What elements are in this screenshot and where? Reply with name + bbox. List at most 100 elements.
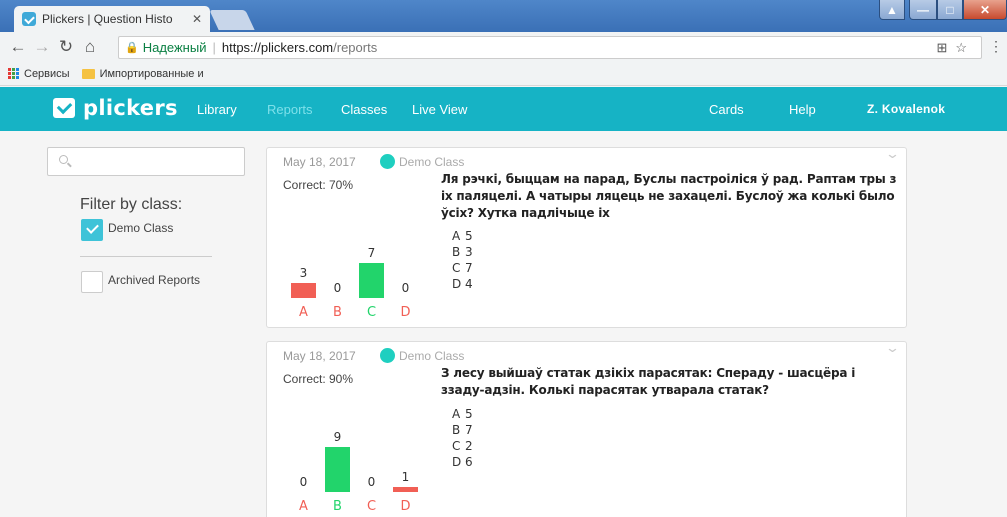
nav-live-view[interactable]: Live View: [412, 102, 467, 117]
choice-letter: D: [452, 455, 462, 469]
choice-letter: B: [452, 423, 461, 437]
chevron-down-icon[interactable]: ⌄: [885, 146, 900, 162]
bookmark-imported[interactable]: Импортированные и: [100, 68, 204, 80]
nav-reports[interactable]: Reports: [267, 102, 313, 117]
logo-text: plickers: [83, 96, 178, 120]
response-count-a: 3: [299, 266, 308, 280]
answer-letter-a: A: [299, 499, 308, 514]
bookmark-apps[interactable]: Сервисы: [24, 68, 70, 80]
answer-letter-d: D: [400, 499, 411, 514]
nav-classes[interactable]: Classes: [341, 102, 387, 117]
filter-title: Filter by class:: [80, 196, 183, 213]
choice-letter: D: [452, 277, 462, 291]
search-icon: [59, 155, 68, 164]
choice-value: 3: [465, 245, 473, 259]
response-count-a: 0: [299, 475, 308, 489]
response-count-b: 0: [333, 281, 342, 295]
user-menu[interactable]: Z. Kovalenok: [867, 102, 945, 116]
back-arrow-icon[interactable]: ←: [6, 37, 30, 57]
tab-title: Plickers | Question Histo: [42, 12, 173, 26]
nav-cards[interactable]: Cards: [709, 102, 744, 117]
nav-help[interactable]: Help: [789, 102, 816, 117]
url-host: https://plickers.com: [221, 40, 334, 55]
response-chart: 0 A 9 B 0 C 1 D: [267, 342, 437, 517]
question-text: Ля рэчкі, быццам на парад, Буслы пастроі…: [441, 172, 897, 220]
demo-class-checkbox[interactable]: [81, 219, 103, 241]
bookmarks-bar: Сервисы Импортированные и: [0, 62, 1007, 86]
user-profile-icon[interactable]: ▲: [879, 0, 905, 20]
search-box[interactable]: [47, 147, 245, 176]
bookmark-star-icon[interactable]: ☆: [955, 40, 975, 55]
choice-value: 6: [465, 455, 473, 469]
choice-value: 5: [465, 407, 473, 421]
answer-letter-c: C: [366, 305, 377, 320]
choice-value: 2: [465, 439, 473, 453]
demo-class-label[interactable]: Demo Class: [108, 221, 173, 235]
home-icon[interactable]: ⌂: [78, 37, 102, 57]
archived-reports-checkbox[interactable]: [81, 271, 103, 293]
question-text: З лесу выйшаў статак дзікіх парасятак: С…: [441, 366, 856, 397]
choice-c: C2: [452, 438, 473, 454]
response-count-d: 0: [401, 281, 410, 295]
nav-library[interactable]: Library: [197, 102, 237, 117]
response-count-c: 0: [367, 475, 376, 489]
choice-letter: C: [452, 261, 461, 275]
close-tab-icon[interactable]: ✕: [192, 12, 202, 26]
choices-list: A5 B3 C7 D4: [452, 228, 473, 292]
report-card[interactable]: May 18, 2017 Demo Class Correct: 70% ⌄ Л…: [266, 146, 907, 328]
forward-arrow-icon[interactable]: →: [30, 37, 54, 57]
response-count-c: 7: [367, 246, 376, 260]
chevron-down-icon[interactable]: ⌄: [885, 340, 900, 356]
answer-letter-d: D: [400, 305, 411, 320]
translate-icon[interactable]: ⊞: [936, 40, 955, 55]
address-bar-row: ← → ↻ ⌂ 🔒 Надежный | https://plickers.co…: [0, 32, 1007, 62]
answer-letter-b: B: [333, 499, 342, 514]
response-count-d: 1: [401, 470, 410, 484]
plickers-favicon-icon: [22, 12, 36, 26]
choice-b: B7: [452, 422, 473, 438]
response-bar-b: [325, 447, 350, 492]
choice-letter: B: [452, 245, 461, 259]
close-window-button[interactable]: ✕: [963, 0, 1007, 20]
response-bar-d: [393, 487, 418, 492]
plickers-logo[interactable]: plickers: [53, 96, 178, 120]
window-controls: ▲ — □ ✕: [879, 0, 1007, 20]
choice-d: D6: [452, 454, 473, 470]
minimize-button[interactable]: —: [909, 0, 937, 20]
choice-letter: A: [452, 229, 461, 243]
answer-letter-a: A: [299, 305, 308, 320]
choice-a: A5: [452, 406, 473, 422]
response-count-b: 9: [333, 430, 342, 444]
folder-icon: [81, 68, 95, 79]
choice-value: 5: [465, 229, 473, 243]
browser-tab[interactable]: Plickers | Question Histo ✕: [14, 6, 210, 32]
sidebar-divider: [80, 256, 212, 257]
lock-icon: 🔒: [125, 42, 139, 54]
archived-reports-label[interactable]: Archived Reports: [108, 273, 200, 287]
answer-letter-b: B: [333, 305, 342, 320]
app-navbar: plickers Library Reports Classes Live Vi…: [0, 87, 1007, 131]
secure-label: Надежный: [142, 40, 207, 55]
browser-menu-icon[interactable]: ⋮: [989, 38, 1003, 55]
report-card[interactable]: May 18, 2017 Demo Class Correct: 90% ⌄ З…: [266, 340, 907, 517]
search-input[interactable]: [76, 153, 236, 171]
response-bar-a: [291, 283, 316, 298]
choice-b: B3: [452, 244, 473, 260]
maximize-button[interactable]: □: [937, 0, 963, 20]
choice-value: 7: [465, 423, 473, 437]
choice-letter: A: [452, 407, 461, 421]
choice-value: 7: [465, 261, 473, 275]
plickers-check-icon: [53, 98, 75, 118]
response-bar-c: [359, 263, 384, 298]
url-path: /reports: [333, 40, 378, 55]
url-separator: |: [212, 40, 216, 55]
apps-grid-icon[interactable]: [8, 68, 19, 79]
choices-list: A5 B7 C2 D6: [452, 406, 473, 470]
url-input[interactable]: 🔒 Надежный | https://plickers.com/report…: [118, 36, 982, 59]
response-chart: 3 A 0 B 7 C 0 D: [267, 148, 437, 323]
reload-icon[interactable]: ↻: [54, 37, 78, 57]
omnibox-actions: ⊞☆: [936, 40, 975, 56]
new-tab-button[interactable]: [209, 10, 255, 30]
choice-letter: C: [452, 439, 461, 453]
choice-d: D4: [452, 276, 473, 292]
